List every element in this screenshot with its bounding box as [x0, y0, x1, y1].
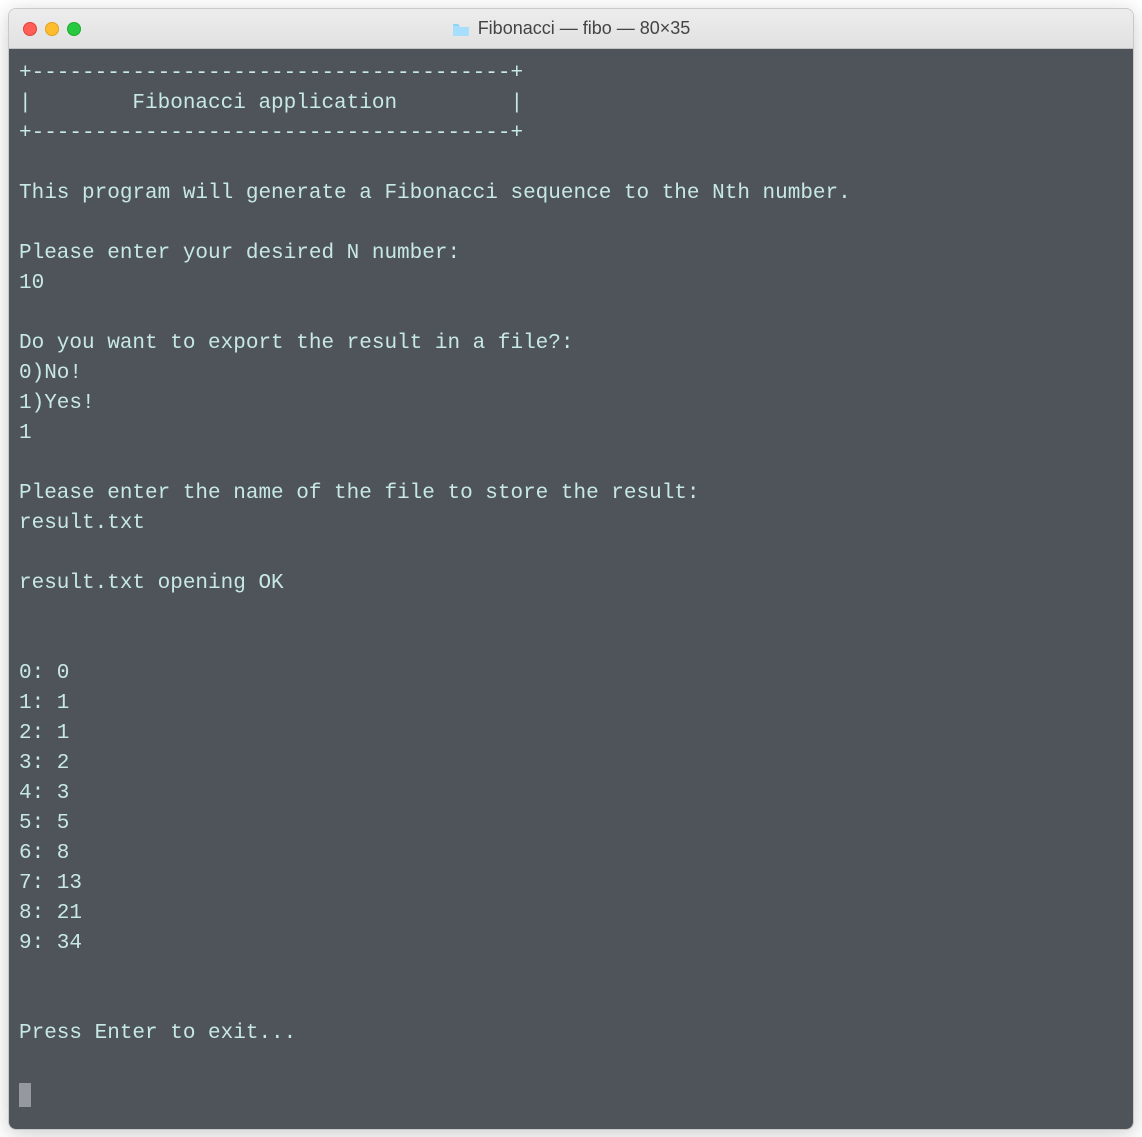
titlebar: Fibonacci — fibo — 80×35: [9, 9, 1133, 49]
result-line: 8: 21: [19, 902, 82, 925]
result-line: 2: 1: [19, 722, 69, 745]
option-yes: 1)Yes!: [19, 392, 95, 415]
input-n: 10: [19, 272, 44, 295]
prompt-n: Please enter your desired N number:: [19, 242, 460, 265]
terminal-window: Fibonacci — fibo — 80×35 +--------------…: [8, 8, 1134, 1130]
maximize-icon[interactable]: [67, 22, 81, 36]
result-line: 1: 1: [19, 692, 69, 715]
result-line: 6: 8: [19, 842, 69, 865]
banner-title: | Fibonacci application |: [19, 92, 523, 115]
banner-border-bottom: +--------------------------------------+: [19, 122, 523, 145]
folder-icon: [452, 22, 470, 36]
result-line: 9: 34: [19, 932, 82, 955]
traffic-lights: [23, 22, 81, 36]
result-line: 4: 3: [19, 782, 69, 805]
file-status: result.txt opening OK: [19, 572, 284, 595]
exit-prompt: Press Enter to exit...: [19, 1022, 296, 1045]
window-title: Fibonacci — fibo — 80×35: [478, 18, 691, 39]
input-filename: result.txt: [19, 512, 145, 535]
option-no: 0)No!: [19, 362, 82, 385]
result-line: 5: 5: [19, 812, 69, 835]
title-wrap: Fibonacci — fibo — 80×35: [9, 18, 1133, 39]
terminal-body[interactable]: +--------------------------------------+…: [9, 49, 1133, 1129]
prompt-filename: Please enter the name of the file to sto…: [19, 482, 700, 505]
minimize-icon[interactable]: [45, 22, 59, 36]
result-line: 3: 2: [19, 752, 69, 775]
result-line: 0: 0: [19, 662, 69, 685]
close-icon[interactable]: [23, 22, 37, 36]
input-export: 1: [19, 422, 32, 445]
intro-text: This program will generate a Fibonacci s…: [19, 182, 851, 205]
cursor-icon: [19, 1083, 31, 1107]
prompt-export: Do you want to export the result in a fi…: [19, 332, 574, 355]
result-line: 7: 13: [19, 872, 82, 895]
banner-border-top: +--------------------------------------+: [19, 62, 523, 85]
